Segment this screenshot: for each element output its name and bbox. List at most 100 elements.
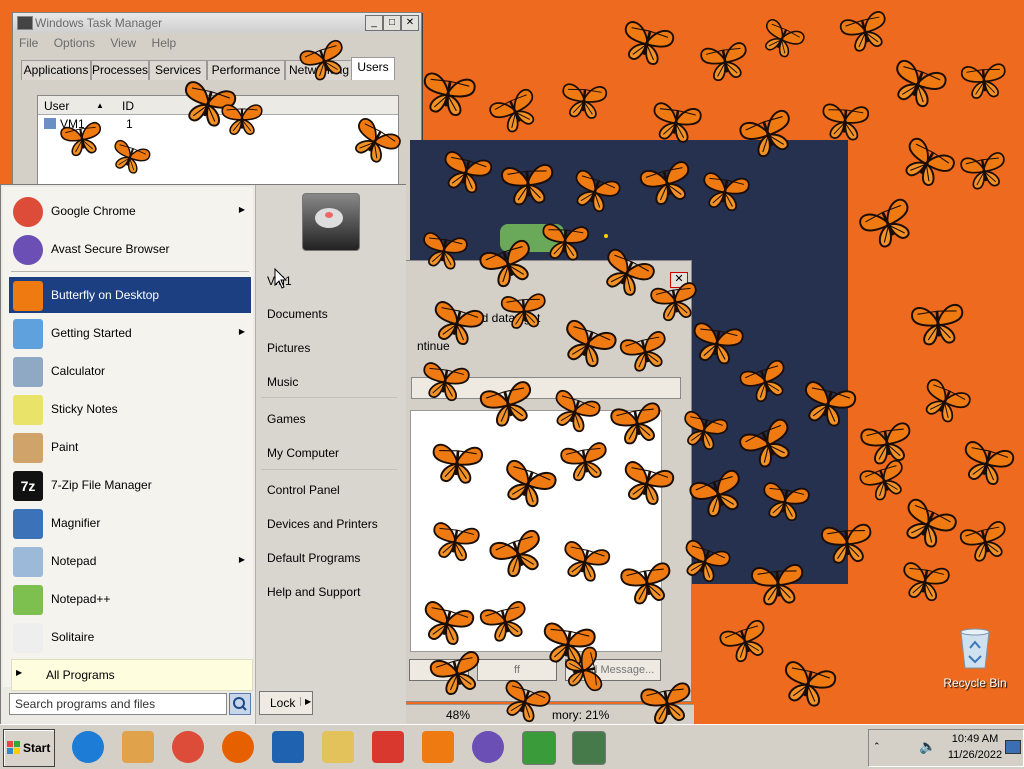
- recycle-bin[interactable]: Recycle Bin: [940, 624, 1010, 694]
- taskbar-firefox-icon[interactable]: [222, 731, 254, 763]
- butterfly: [697, 36, 754, 87]
- separator: [11, 271, 249, 272]
- cpu-usage: 48%: [446, 708, 471, 722]
- start-item-label: Google Chrome: [51, 204, 136, 218]
- menu-pictures[interactable]: Pictures: [267, 341, 310, 355]
- menu-games[interactable]: Games: [267, 412, 306, 426]
- search-input[interactable]: Search programs and files: [9, 693, 227, 715]
- menu-music[interactable]: Music: [267, 375, 298, 389]
- start-item-7zip[interactable]: 7z 7-Zip File Manager: [9, 467, 251, 503]
- all-programs-button[interactable]: ▶ All Programs: [11, 659, 253, 691]
- butterfly: [955, 514, 1014, 568]
- start-item-getting-started[interactable]: Getting Started ▶: [9, 315, 251, 351]
- taskbar-internet-explorer-icon[interactable]: [72, 731, 104, 763]
- shutdown-options-icon[interactable]: ▶: [300, 697, 311, 706]
- tab-applications[interactable]: Applications: [21, 60, 91, 80]
- start-item-calculator[interactable]: Calculator: [9, 353, 251, 389]
- start-item-label: Magnifier: [51, 516, 101, 530]
- menu-help[interactable]: Help: [152, 36, 177, 50]
- column-id[interactable]: ID: [122, 99, 134, 113]
- butterfly: [835, 4, 894, 58]
- task-manager-icon: [17, 16, 33, 30]
- start-item-label: Notepad++: [51, 592, 111, 606]
- start-item-solitaire[interactable]: Solitaire: [9, 619, 251, 655]
- tab-users[interactable]: Users: [351, 57, 395, 80]
- menu-file[interactable]: File: [19, 36, 38, 50]
- user-picture[interactable]: [302, 193, 360, 251]
- menu-options[interactable]: Options: [54, 36, 95, 50]
- turntable-icon: [315, 208, 343, 228]
- menu-view[interactable]: View: [110, 36, 136, 50]
- close-button[interactable]: ✕: [401, 15, 419, 31]
- tab-networking[interactable]: Networking: [285, 60, 353, 80]
- taskbar-file-explorer-icon[interactable]: [322, 731, 354, 763]
- butterfly: [854, 453, 913, 508]
- end-task-button[interactable]: k: [409, 659, 469, 681]
- butterfly: [615, 14, 679, 72]
- network-icon[interactable]: [1005, 740, 1021, 754]
- start-item-sticky-notes[interactable]: Sticky Notes: [9, 391, 251, 427]
- mouse-cursor-icon: [274, 268, 288, 289]
- start-button[interactable]: Start: [3, 729, 55, 767]
- task-manager-titlebar[interactable]: Windows Task Manager _ □ ✕: [13, 13, 421, 33]
- clock-date[interactable]: 11/26/2022: [945, 749, 1005, 761]
- tab-processes[interactable]: Processes: [91, 60, 149, 80]
- status-bar: 48% mory: 21%: [404, 704, 694, 725]
- menu-control-panel[interactable]: Control Panel: [267, 483, 340, 497]
- minimize-button[interactable]: _: [365, 15, 383, 31]
- taskbar-app-red-icon[interactable]: [372, 731, 404, 763]
- taskbar-network-tool-icon[interactable]: [572, 731, 606, 765]
- tab-performance[interactable]: Performance: [207, 60, 285, 80]
- start-item-notepad[interactable]: Notepad ▶: [9, 543, 251, 579]
- start-item-avast-browser[interactable]: Avast Secure Browser: [9, 231, 251, 267]
- logoff-button[interactable]: ff: [477, 659, 557, 681]
- recycle-bin-label: Recycle Bin: [943, 676, 1007, 690]
- row-user: VM1: [60, 117, 85, 131]
- taskbar-veracrypt-icon[interactable]: [272, 731, 304, 763]
- taskbar-frog-icon[interactable]: [522, 731, 556, 765]
- start-item-paint[interactable]: Paint: [9, 429, 251, 465]
- dialog-white-panel: [410, 410, 662, 652]
- butterfly: [818, 98, 872, 145]
- menu-documents[interactable]: Documents: [267, 307, 328, 321]
- start-item-label: 7-Zip File Manager: [51, 478, 152, 492]
- search-icon: [233, 697, 247, 711]
- memory-usage: mory: 21%: [552, 708, 610, 722]
- start-item-notepadpp[interactable]: Notepad++: [9, 581, 251, 617]
- send-message-button[interactable]: Send Message...: [565, 659, 661, 681]
- start-item-magnifier[interactable]: Magnifier: [9, 505, 251, 541]
- show-hidden-icons-icon[interactable]: ⌃: [873, 741, 881, 752]
- volume-icon[interactable]: 🔈: [919, 738, 936, 755]
- tab-services[interactable]: Services: [149, 60, 207, 80]
- dialog-input[interactable]: [411, 377, 681, 399]
- menu-devices-printers[interactable]: Devices and Printers: [267, 517, 378, 531]
- butterfly-tray-icon[interactable]: [889, 740, 905, 754]
- start-menu[interactable]: Google Chrome ▶ Avast Secure Browser Butte…: [0, 184, 406, 726]
- start-label: Start: [23, 741, 51, 755]
- column-user[interactable]: User: [44, 99, 69, 113]
- taskbar-avast-icon[interactable]: [422, 731, 454, 763]
- butterfly: [775, 654, 841, 714]
- taskbar-avast-browser-icon[interactable]: [472, 731, 504, 763]
- taskbar-chrome-icon[interactable]: [172, 731, 204, 763]
- maximize-button[interactable]: □: [383, 15, 401, 31]
- start-menu-left-pane: Google Chrome ▶ Avast Secure Browser Butte…: [3, 187, 253, 691]
- taskbar-media-player-icon[interactable]: [122, 731, 154, 763]
- lock-button[interactable]: Lock ▶: [259, 691, 313, 715]
- clock-time[interactable]: 10:49 AM: [949, 733, 1001, 745]
- users-list-header: User ▲ ID: [38, 96, 398, 115]
- green-button[interactable]: [500, 224, 564, 252]
- start-item-label: Paint: [51, 440, 79, 454]
- butterfly: [913, 371, 976, 431]
- butterfly: [416, 65, 479, 122]
- menu-help-support[interactable]: Help and Support: [267, 585, 360, 599]
- table-row[interactable]: VM1 1: [42, 116, 392, 132]
- start-item-butterfly[interactable]: Butterfly on Desktop: [9, 277, 251, 313]
- search-placeholder: Search programs and files: [15, 697, 156, 711]
- menu-my-computer[interactable]: My Computer: [267, 446, 339, 460]
- menu-default-programs[interactable]: Default Programs: [267, 551, 360, 565]
- start-item-chrome[interactable]: Google Chrome ▶: [9, 193, 251, 229]
- start-item-label: Sticky Notes: [51, 402, 118, 416]
- dialog-close-button[interactable]: ✕: [670, 272, 688, 288]
- search-button[interactable]: [229, 693, 251, 715]
